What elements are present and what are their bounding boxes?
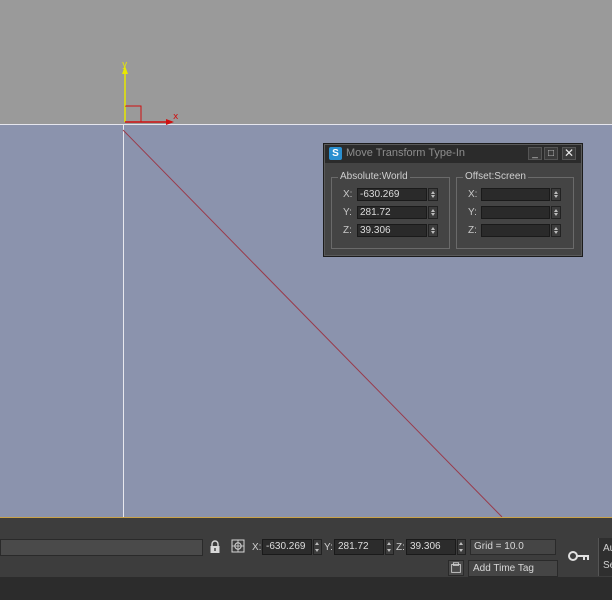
viewport[interactable]: y x [0,0,612,517]
auto-key-panel[interactable]: Au Se [598,538,612,576]
minimize-icon[interactable]: _ [528,147,542,160]
time-tag-icon[interactable] [448,560,464,576]
offset-x-field[interactable] [481,188,550,201]
maximize-icon[interactable]: □ [544,147,558,160]
status-z-field[interactable]: 39.306 [406,539,456,555]
offset-screen-title: Offset:Screen [463,171,528,182]
absolute-z-spinner[interactable] [428,224,438,237]
status-z-spinner[interactable] [457,539,466,555]
offset-y-field[interactable] [481,206,550,219]
offset-x-label: X: [468,189,478,200]
absolute-x-field[interactable]: -630.269 [357,188,427,201]
absolute-x-spinner[interactable] [428,188,438,201]
offset-z-spinner[interactable] [551,224,561,237]
absolute-y-spinner[interactable] [428,206,438,219]
offset-x-row: X: [457,188,573,202]
absolute-world-group: Absolute:World X: -630.269 Y: 281.72 Z: … [331,171,450,249]
gizmo-y-label: y [122,60,128,70]
transform-gizmo[interactable] [122,66,174,125]
status-x-spinner[interactable] [313,539,322,555]
set-key-button[interactable] [558,538,598,576]
absolute-mode-icon[interactable] [231,539,245,553]
status-x-field[interactable]: -630.269 [262,539,312,555]
move-transform-dialog[interactable]: S Move Transform Type-In _ □ ✕ Absolute:… [323,143,583,257]
absolute-y-label: Y: [343,207,352,218]
viewport-overlay [122,66,503,517]
app-icon: S [329,147,342,160]
auto-key-label: Au [603,543,612,554]
set-key-label: Se [603,560,612,571]
offset-z-row: Z: [457,224,573,238]
status-y-field[interactable]: 281.72 [334,539,384,555]
bottom-strip [0,577,612,600]
offset-y-label: Y: [468,207,477,218]
status-bar-separator [0,517,612,518]
absolute-x-label: X: [343,189,353,200]
absolute-y-field[interactable]: 281.72 [357,206,427,219]
status-x-label: X: [252,542,262,553]
offset-y-row: Y: [457,206,573,220]
offset-z-field[interactable] [481,224,550,237]
gizmo-x-label: x [173,112,179,122]
close-icon[interactable]: ✕ [562,147,576,160]
offset-screen-group: Offset:Screen X: Y: Z: [456,171,574,249]
absolute-world-title: Absolute:World [338,171,410,182]
dialog-titlebar[interactable]: S Move Transform Type-In _ □ ✕ [325,145,581,163]
prompt-area [0,559,446,577]
status-y-spinner[interactable] [385,539,394,555]
status-y-label: Y: [324,542,333,553]
lock-icon[interactable] [209,540,221,554]
status-z-label: Z: [396,542,405,553]
absolute-x-row: X: -630.269 [332,188,449,202]
add-time-tag-field[interactable]: Add Time Tag [468,560,558,577]
offset-y-spinner[interactable] [551,206,561,219]
absolute-z-label: Z: [343,225,352,236]
absolute-z-field[interactable]: 39.306 [357,224,427,237]
prompt-field[interactable] [0,539,203,556]
key-icon [568,551,589,561]
offset-z-label: Z: [468,225,477,236]
absolute-y-row: Y: 281.72 [332,206,449,220]
grid-size-display: Grid = 10.0 [470,539,556,555]
offset-x-spinner[interactable] [551,188,561,201]
absolute-z-row: Z: 39.306 [332,224,449,238]
dialog-title: Move Transform Type-In [346,147,466,159]
gizmo-plane-handle [125,105,142,122]
